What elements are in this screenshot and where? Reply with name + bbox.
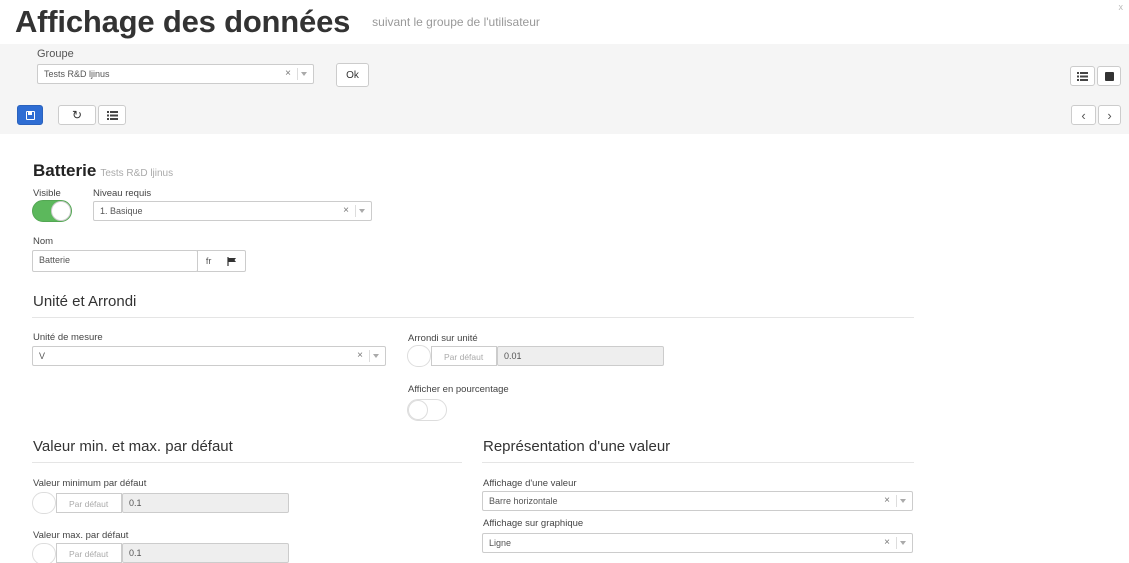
page-header: Affichage des données suivant le groupe …	[15, 4, 540, 44]
max-label: Valeur max. par défaut	[33, 530, 129, 541]
card-view-icon	[1104, 71, 1114, 81]
pourcentage-label: Afficher en pourcentage	[408, 384, 509, 395]
max-default-toggle[interactable]	[32, 543, 56, 563]
clear-icon[interactable]: ×	[884, 495, 890, 506]
arrondi-label: Arrondi sur unité	[408, 333, 478, 344]
affichage-select[interactable]: Barre horizontale ×	[482, 491, 913, 511]
clear-icon[interactable]: ×	[357, 350, 363, 361]
mesure-label: Unité de mesure	[33, 332, 103, 343]
ok-button[interactable]: Ok	[336, 63, 369, 87]
save-button[interactable]	[17, 105, 43, 125]
arrondi-default-addon: Par défaut	[431, 346, 497, 366]
minmax-section-title: Valeur min. et max. par défaut	[33, 438, 233, 455]
chevron-left-icon: ‹	[1081, 107, 1086, 123]
unite-section-title: Unité et Arrondi	[33, 293, 137, 310]
affichage-select-value: Barre horizontale	[489, 496, 558, 506]
arrondi-default-label: Par défaut	[444, 352, 484, 362]
chevron-down-icon[interactable]	[896, 537, 906, 549]
clear-icon[interactable]: ×	[285, 68, 291, 79]
language-button[interactable]: fr	[197, 250, 246, 272]
refresh-icon: ↻	[71, 108, 83, 122]
niveau-label: Niveau requis	[93, 188, 152, 199]
language-code: fr	[205, 256, 212, 266]
toggle-knob	[408, 400, 428, 420]
min-default-toggle[interactable]	[32, 492, 56, 514]
close-icon[interactable]: x	[1119, 2, 1124, 12]
visible-toggle[interactable]	[32, 200, 72, 222]
graphique-select[interactable]: Ligne ×	[482, 533, 913, 553]
card-title: Batterie Tests R&D ljinus	[33, 161, 173, 181]
mesure-select[interactable]: V ×	[32, 346, 386, 366]
flag-icon	[227, 256, 237, 266]
chevron-down-icon[interactable]	[355, 205, 365, 217]
toggle-knob	[51, 201, 71, 221]
ok-button-label: Ok	[346, 69, 359, 81]
arrondi-default-toggle[interactable]	[407, 345, 431, 367]
affichage-label: Affichage d'une valeur	[483, 478, 577, 489]
max-default-addon: Par défaut	[56, 543, 122, 563]
visible-label: Visible	[33, 188, 61, 199]
min-input[interactable]: 0.1	[122, 493, 289, 513]
niveau-select-value: 1. Basique	[100, 206, 143, 216]
mesure-select-value: V	[39, 351, 46, 361]
nom-input[interactable]: Batterie	[32, 250, 198, 272]
list-button[interactable]	[98, 105, 126, 125]
pourcentage-toggle[interactable]	[407, 399, 447, 421]
chevron-down-icon[interactable]	[369, 350, 379, 362]
list-view-button[interactable]	[1070, 66, 1095, 86]
representation-section-title: Représentation d'une valeur	[483, 438, 671, 455]
previous-button[interactable]: ‹	[1071, 105, 1096, 125]
list-icon	[1077, 71, 1088, 81]
page-title: Affichage des données	[15, 4, 351, 39]
unite-divider	[32, 317, 914, 318]
min-default-label: Par défaut	[69, 499, 109, 509]
next-button[interactable]: ›	[1098, 105, 1121, 125]
chevron-down-icon[interactable]	[896, 495, 906, 507]
clear-icon[interactable]: ×	[884, 537, 890, 548]
card-subtitle: Tests R&D ljinus	[100, 168, 174, 179]
card-title-text: Batterie	[33, 161, 97, 180]
max-input[interactable]: 0.1	[122, 543, 289, 563]
card-view-button[interactable]	[1097, 66, 1121, 86]
min-label: Valeur minimum par défaut	[33, 478, 147, 489]
chevron-down-icon[interactable]	[297, 68, 307, 80]
nom-label: Nom	[33, 236, 54, 247]
graphique-select-value: Ligne	[489, 538, 512, 548]
groupe-select-value: Tests R&D ljinus	[44, 69, 110, 79]
refresh-button[interactable]: ↻	[58, 105, 96, 125]
max-default-label: Par défaut	[69, 549, 109, 559]
minmax-divider	[32, 462, 462, 463]
groupe-select[interactable]: Tests R&D ljinus ×	[37, 64, 314, 84]
representation-divider	[482, 462, 914, 463]
chevron-right-icon: ›	[1107, 107, 1112, 123]
niveau-select[interactable]: 1. Basique ×	[93, 201, 372, 221]
nom-input-value: Batterie	[39, 255, 71, 265]
min-default-addon: Par défaut	[56, 493, 122, 513]
list-icon	[106, 110, 118, 120]
page-subtitle: suivant le groupe de l'utilisateur	[372, 15, 540, 29]
arrondi-input-value: 0.01	[504, 351, 522, 361]
clear-icon[interactable]: ×	[343, 205, 349, 216]
arrondi-input[interactable]: 0.01	[497, 346, 664, 366]
save-icon	[25, 110, 35, 120]
groupe-label: Groupe	[37, 48, 74, 60]
graphique-label: Affichage sur graphique	[483, 518, 584, 529]
min-input-value: 0.1	[129, 498, 142, 508]
toolbar-band	[0, 44, 1129, 134]
max-input-value: 0.1	[129, 548, 142, 558]
